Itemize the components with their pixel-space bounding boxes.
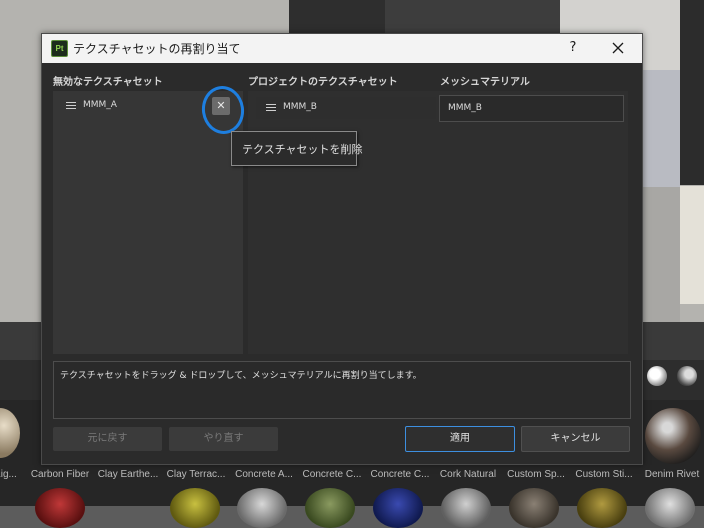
viewport-right-swatch-light xyxy=(680,186,704,304)
shelf-item-label: Clay Terrac... xyxy=(166,469,226,480)
unused-texture-sets-header: 無効なテクスチャセット xyxy=(53,77,163,88)
viewport-right-swatch-gray xyxy=(641,187,680,322)
material-thumbnail[interactable] xyxy=(509,488,559,528)
shelf-item-label: Concrete C... xyxy=(302,469,362,480)
info-text: テクスチャセットをドラッグ & ドロップして、メッシュマテリアルに再割り当てしま… xyxy=(60,371,422,381)
material-thumbnail[interactable] xyxy=(305,488,355,528)
undo-button[interactable]: 元に戻す xyxy=(53,427,162,451)
shelf-item-label: Custom Sp... xyxy=(507,469,565,480)
redo-button[interactable]: やり直す xyxy=(169,427,278,451)
apply-button[interactable]: 適用 xyxy=(405,426,515,452)
help-button[interactable]: ? xyxy=(564,39,582,57)
texture-set-name: MMM_A xyxy=(83,100,117,110)
material-thumbnail[interactable] xyxy=(645,488,695,528)
drag-handle-icon[interactable] xyxy=(266,104,276,112)
material-preview-icon[interactable] xyxy=(677,366,697,386)
mesh-material-header: メッシュマテリアル xyxy=(440,77,530,88)
material-thumbnail[interactable] xyxy=(577,488,627,528)
mesh-material-field[interactable]: MMM_B xyxy=(439,95,624,122)
material-thumbnail[interactable] xyxy=(237,488,287,528)
project-texture-sets-header: プロジェクトのテクスチャセット xyxy=(248,77,398,88)
shelf-item-label: Cork Natural xyxy=(439,469,497,480)
drag-handle-icon[interactable] xyxy=(66,102,76,110)
shelf-item-label: Denim Rivet xyxy=(644,469,700,480)
shelf-item-label: Concrete A... xyxy=(235,469,293,480)
mesh-material-value: MMM_B xyxy=(448,103,482,113)
cancel-button[interactable]: キャンセル xyxy=(521,426,630,452)
painter-app-icon: Pt xyxy=(51,40,68,57)
tooltip-text: テクスチャセットを削除 xyxy=(242,143,363,156)
sphere-preview-icon[interactable] xyxy=(647,366,667,386)
material-thumbnail[interactable] xyxy=(645,408,701,464)
close-icon xyxy=(612,42,624,54)
tooltip: テクスチャセットを削除 xyxy=(231,131,363,166)
material-thumbnail[interactable] xyxy=(35,488,85,528)
shelf-item-label: Clay Earthe... xyxy=(97,469,159,480)
material-thumbnail[interactable] xyxy=(170,488,220,528)
shelf-item-label: Custom Sti... xyxy=(575,469,633,480)
info-text-box: テクスチャセットをドラッグ & ドロップして、メッシュマテリアルに再割り当てしま… xyxy=(53,361,631,419)
dialog-titlebar[interactable]: Pt テクスチャセットの再割り当て ? xyxy=(42,34,642,63)
viewport-right-swatch xyxy=(641,70,680,187)
reassign-texture-set-dialog: Pt テクスチャセットの再割り当て ? 無効なテクスチャセット プロジェクトのテ… xyxy=(41,33,643,465)
texture-set-name: MMM_B xyxy=(283,102,317,112)
close-button[interactable] xyxy=(608,39,628,57)
shelf-item-label: Carbon Fiber xyxy=(30,469,90,480)
shelf-item-label: Concrete C... xyxy=(370,469,430,480)
viewport-right-dark-strip xyxy=(680,0,704,185)
material-thumbnail[interactable] xyxy=(441,488,491,528)
list-item[interactable]: MMM_B xyxy=(256,97,436,119)
dialog-title: テクスチャセットの再割り当て xyxy=(73,42,241,56)
material-thumbnail[interactable] xyxy=(373,488,423,528)
